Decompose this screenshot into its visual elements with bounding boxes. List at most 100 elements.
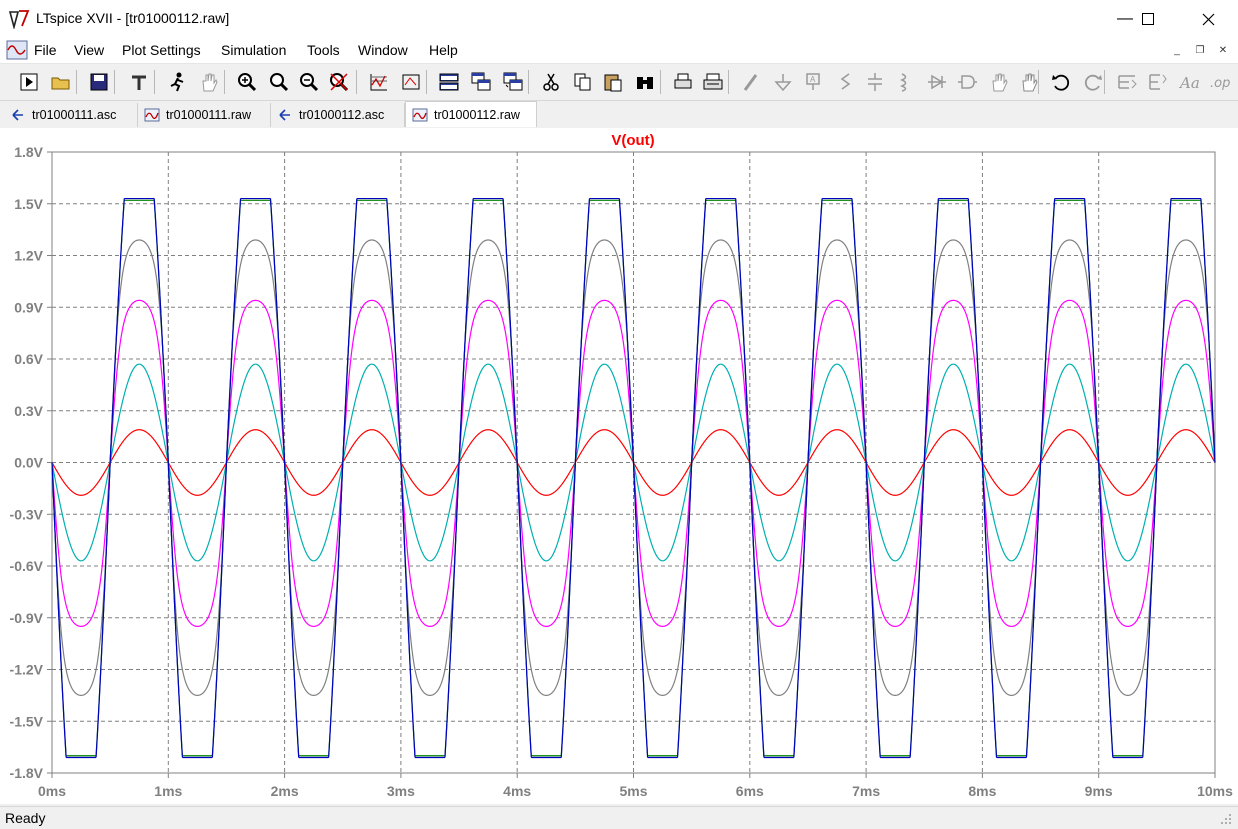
y-tick-label: 1.8V bbox=[14, 144, 43, 160]
open-icon bbox=[51, 77, 70, 90]
tile-horizontal-button[interactable] bbox=[436, 70, 462, 94]
run-button[interactable] bbox=[16, 70, 42, 94]
waveform-icon bbox=[144, 108, 160, 122]
y-tick-label: 1.5V bbox=[14, 196, 43, 212]
x-tick-label: 10ms bbox=[1197, 783, 1233, 799]
find-icon bbox=[637, 77, 653, 89]
mdi-minimize-button[interactable]: _ bbox=[1168, 42, 1186, 58]
x-tick-label: 5ms bbox=[619, 783, 647, 799]
drag-button[interactable] bbox=[1016, 70, 1042, 94]
x-tick-label: 0ms bbox=[38, 783, 66, 799]
menu-plot-settings[interactable]: Plot Settings bbox=[122, 42, 201, 58]
text-button[interactable]: Aa bbox=[1176, 70, 1202, 94]
menu-help[interactable]: Help bbox=[429, 42, 458, 58]
control-panel-icon bbox=[132, 75, 146, 90]
menu-view[interactable]: View bbox=[74, 42, 104, 58]
toolbar-separator bbox=[356, 70, 357, 94]
ground-button[interactable] bbox=[770, 70, 796, 94]
run-icon bbox=[20, 73, 38, 91]
capacitor-button[interactable] bbox=[862, 70, 888, 94]
open-button[interactable] bbox=[48, 70, 74, 94]
undo-button[interactable] bbox=[1048, 70, 1074, 94]
maximize-button[interactable] bbox=[1125, 0, 1171, 38]
schematic-icon bbox=[12, 109, 23, 121]
waveform-plot-pane[interactable]: 0ms 1ms 2ms 3ms 4ms 5ms 6ms 7ms 8ms 9ms 10ms 1.8V 1.… bbox=[0, 128, 1238, 804]
status-bar: Ready bbox=[0, 806, 1238, 829]
close-button[interactable] bbox=[1185, 0, 1231, 38]
tab-tr01000112-asc[interactable]: tr01000112.asc bbox=[271, 103, 405, 127]
inductor-button[interactable] bbox=[892, 70, 918, 94]
text-icon: Aa bbox=[1178, 74, 1200, 92]
mdi-close-icon: ✕ bbox=[1218, 44, 1228, 56]
x-tick-label: 6ms bbox=[736, 783, 764, 799]
tab-label: tr01000111.asc bbox=[32, 108, 117, 122]
resistor-button[interactable] bbox=[832, 70, 858, 94]
y-tick-label: 1.2V bbox=[14, 248, 43, 264]
y-tick-label: -0.3V bbox=[10, 506, 44, 522]
halt-button[interactable] bbox=[164, 70, 190, 94]
cut-button[interactable] bbox=[538, 70, 564, 94]
copy-button[interactable] bbox=[570, 70, 596, 94]
pan-hand-button[interactable] bbox=[196, 70, 222, 94]
toolbar-separator bbox=[114, 70, 115, 94]
y-tick-label: 0.3V bbox=[14, 403, 43, 419]
menu-window[interactable]: Window bbox=[358, 42, 408, 58]
paste-button[interactable] bbox=[600, 70, 626, 94]
zoom-in-button[interactable] bbox=[234, 70, 260, 94]
component-icon bbox=[958, 75, 977, 89]
move-button[interactable] bbox=[986, 70, 1012, 94]
menu-simulation[interactable]: Simulation bbox=[221, 42, 286, 58]
label-button[interactable]: A bbox=[800, 70, 826, 94]
save-button[interactable] bbox=[86, 70, 112, 94]
document-tabs: tr01000111.asc tr01000111.raw tr01000112… bbox=[0, 101, 1238, 127]
menu-tools[interactable]: Tools bbox=[307, 42, 340, 58]
maximize-icon bbox=[1142, 13, 1154, 25]
resize-grip-icon[interactable] bbox=[1220, 813, 1232, 825]
mdi-restore-icon: ❐ bbox=[1195, 44, 1205, 56]
diode-button[interactable] bbox=[924, 70, 950, 94]
x-tick-label: 1ms bbox=[154, 783, 182, 799]
zoom-out-button[interactable] bbox=[296, 70, 322, 94]
tab-tr01000111-asc[interactable]: tr01000111.asc bbox=[4, 103, 138, 127]
mdi-restore-button[interactable]: ❐ bbox=[1191, 42, 1209, 58]
print-preview-button[interactable] bbox=[670, 70, 696, 94]
mirror-button[interactable] bbox=[1144, 70, 1170, 94]
zoom-area-button[interactable] bbox=[266, 70, 292, 94]
pan-hand-icon bbox=[202, 73, 218, 92]
svg-text:A: A bbox=[810, 75, 816, 84]
wire-button[interactable] bbox=[738, 70, 764, 94]
x-tick-label: 7ms bbox=[852, 783, 880, 799]
close-icon bbox=[1202, 13, 1214, 25]
waveform-chart[interactable]: 0ms 1ms 2ms 3ms 4ms 5ms 6ms 7ms 8ms 9ms 10ms 1.8V 1.… bbox=[0, 128, 1238, 804]
zoom-cancel-icon bbox=[330, 73, 349, 92]
zoom-cancel-button[interactable] bbox=[326, 70, 352, 94]
cascade-button[interactable] bbox=[468, 70, 494, 94]
waveform-icon bbox=[412, 108, 428, 121]
zoom-in-icon bbox=[238, 73, 257, 92]
tile-horizontal-icon bbox=[439, 73, 459, 91]
x-tick-label: 9ms bbox=[1085, 783, 1113, 799]
drag-icon bbox=[1022, 73, 1038, 92]
tab-tr01000112-raw[interactable]: tr01000112.raw bbox=[405, 101, 537, 127]
redo-button[interactable] bbox=[1080, 70, 1106, 94]
ltspice-logo-icon bbox=[8, 10, 30, 29]
menu-file[interactable]: File bbox=[34, 42, 57, 58]
mdi-close-button[interactable]: ✕ bbox=[1214, 42, 1232, 58]
print-button[interactable] bbox=[700, 70, 726, 94]
tile-vertical-icon bbox=[503, 72, 523, 91]
control-panel-button[interactable] bbox=[126, 70, 152, 94]
tab-tr01000111-raw[interactable]: tr01000111.raw bbox=[138, 103, 271, 127]
rotate-button[interactable] bbox=[1114, 70, 1140, 94]
tile-vertical-button[interactable] bbox=[500, 70, 526, 94]
component-button[interactable] bbox=[954, 70, 980, 94]
spice-directive-button[interactable]: .op bbox=[1206, 70, 1232, 94]
tab-label: tr01000111.raw bbox=[166, 108, 252, 122]
mirror-icon bbox=[1149, 74, 1167, 90]
find-button[interactable] bbox=[632, 70, 658, 94]
spice-directive-icon: .op bbox=[1210, 76, 1230, 91]
toolbar-separator bbox=[728, 70, 729, 94]
zoom-fit-button[interactable] bbox=[398, 70, 424, 94]
mdi-minimize-icon: _ bbox=[1174, 44, 1180, 56]
cut-icon bbox=[543, 73, 559, 91]
autorange-button[interactable] bbox=[366, 70, 392, 94]
